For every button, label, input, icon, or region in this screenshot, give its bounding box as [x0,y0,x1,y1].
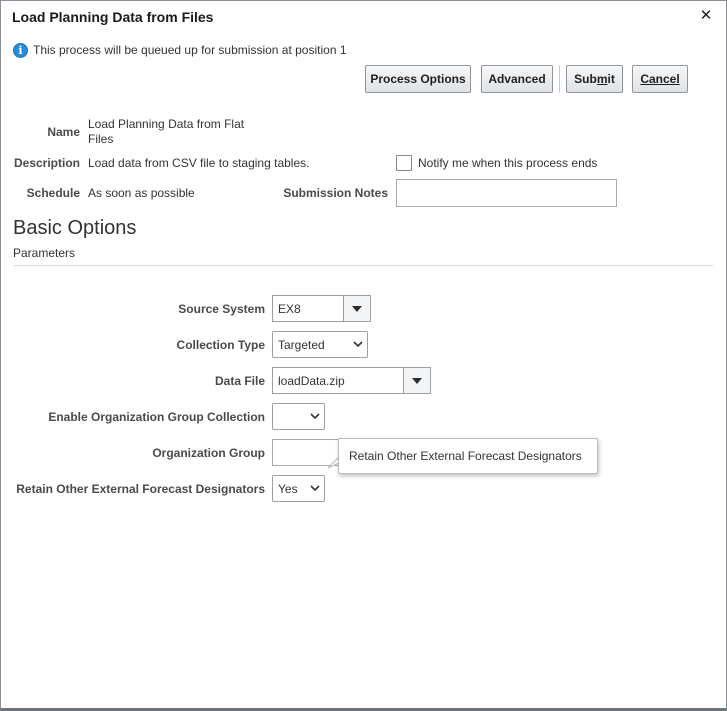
advanced-button[interactable]: Advanced [481,65,553,93]
button-divider [559,65,560,93]
org-group-label: Organization Group [152,446,265,460]
chevron-down-icon [306,485,324,492]
enable-org-group-label: Enable Organization Group Collection [48,410,265,424]
dropdown-arrow-icon[interactable] [343,296,370,321]
dialog-title: Load Planning Data from Files [12,9,214,25]
retain-label: Retain Other External Forecast Designato… [16,482,265,496]
submit-button[interactable]: Sub m it [566,65,623,93]
data-file-value: loadData.zip [278,373,345,388]
retain-select[interactable]: Yes [272,475,325,502]
submit-label-mnemonic: m [596,72,608,86]
schedule-label: Schedule [26,186,80,200]
divider [13,265,713,266]
name-label: Name [47,125,80,139]
info-message: i This process will be queued up for sub… [13,42,347,58]
collection-type-label: Collection Type [176,338,265,352]
close-icon[interactable]: ✕ [698,7,714,25]
notify-label: Notify me when this process ends [418,156,598,170]
cancel-button[interactable]: Cancel [632,65,688,93]
name-value-line1: Load Planning Data from Flat [88,117,245,131]
dialog: Load Planning Data from Files ✕ i This p… [0,0,727,711]
data-file-combo[interactable]: loadData.zip [272,367,431,394]
collection-type-value: Targeted [278,337,325,352]
source-system-combo[interactable]: EX8 [272,295,371,322]
info-icon: i [13,42,28,58]
submission-notes-label: Submission Notes [283,186,388,200]
schedule-value: As soon as possible [88,186,195,200]
description-value: Load data from CSV file to staging table… [88,156,310,170]
info-text: This process will be queued up for submi… [33,43,347,57]
process-options-button[interactable]: Process Options [365,65,471,93]
description-label: Description [13,156,80,170]
source-system-label: Source System [178,302,265,316]
tooltip: Retain Other External Forecast Designato… [338,438,598,474]
section-title: Basic Options [13,217,137,239]
notify-checkbox[interactable] [396,155,412,171]
chevron-down-icon [306,413,324,420]
enable-org-group-select[interactable] [272,403,325,430]
chevron-down-icon [349,341,367,348]
submission-notes-input[interactable] [396,179,617,207]
tooltip-text: Retain Other External Forecast Designato… [349,449,582,463]
submit-label-b: it [607,72,615,86]
parameters-subtitle: Parameters [13,246,76,260]
source-system-value: EX8 [278,301,301,316]
name-value-line2: Files [88,132,114,146]
dropdown-arrow-icon[interactable] [403,368,430,393]
collection-type-select[interactable]: Targeted [272,331,368,358]
submit-label-a: Sub [574,72,597,86]
cancel-label: Cancel [640,72,680,86]
retain-value: Yes [278,481,298,496]
data-file-label: Data File [214,374,265,388]
